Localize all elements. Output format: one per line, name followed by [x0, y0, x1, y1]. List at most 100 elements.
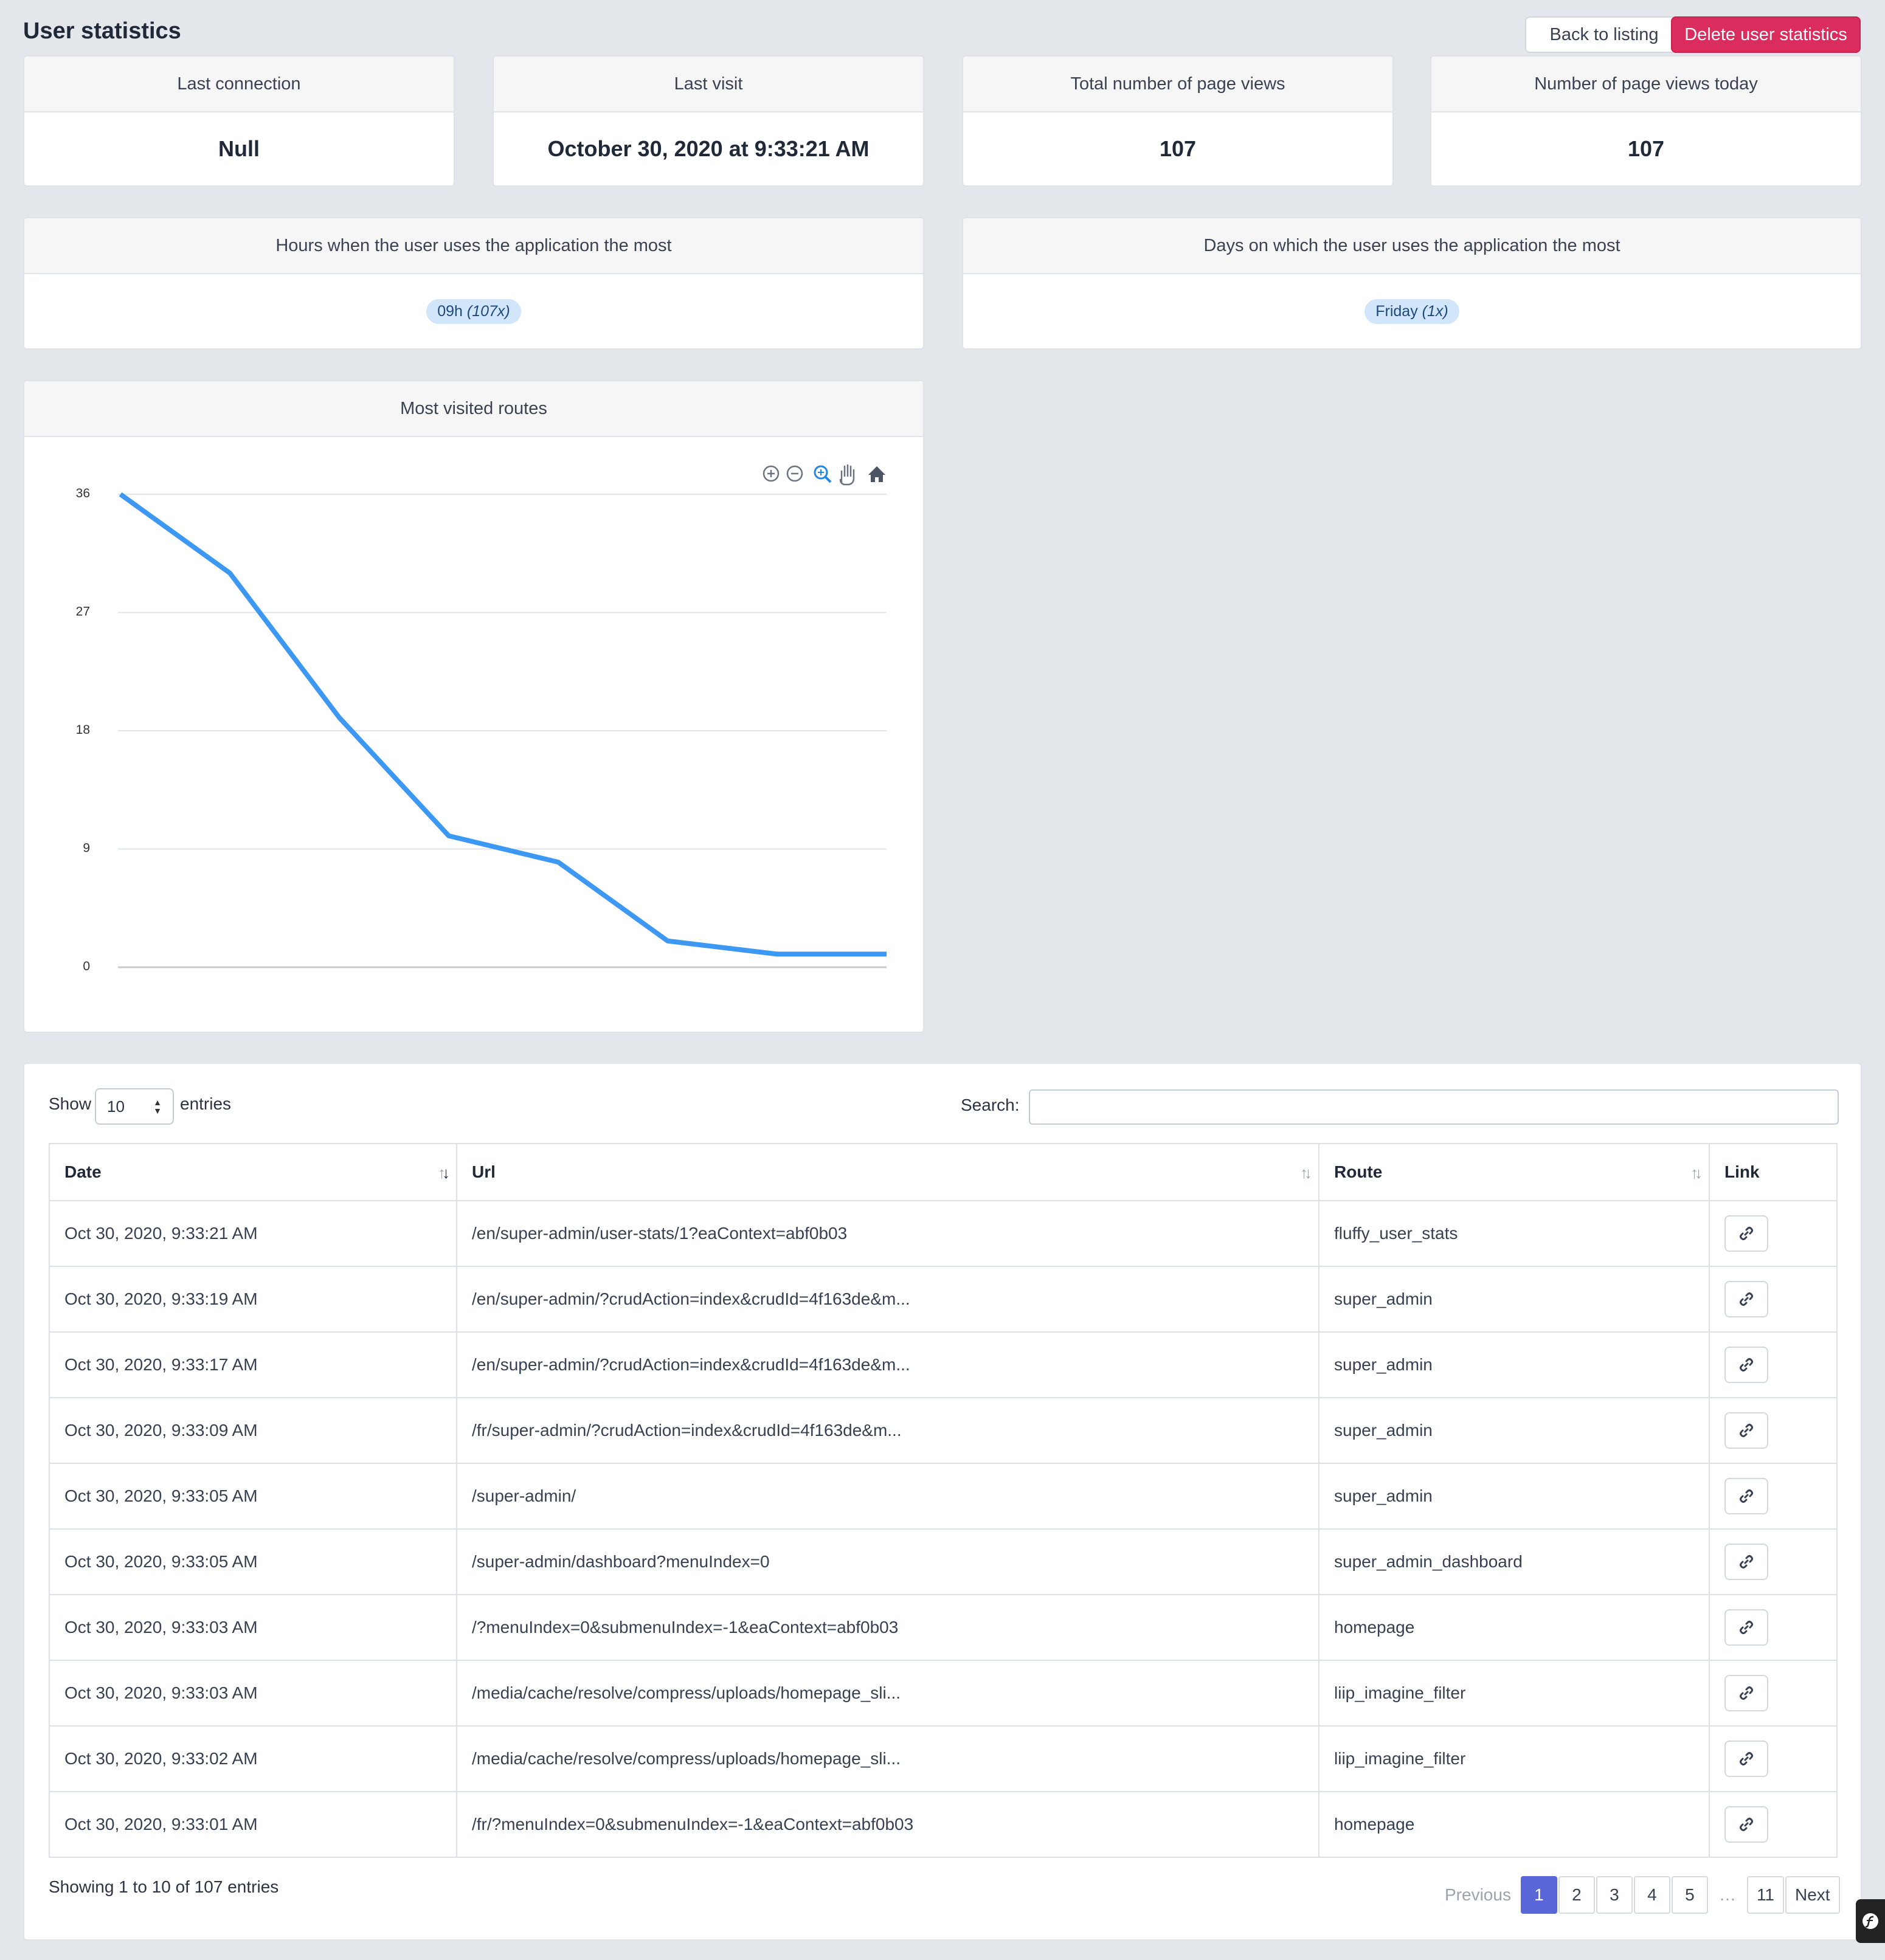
open-link-button[interactable] [1724, 1741, 1768, 1777]
link-icon [1740, 1358, 1753, 1372]
pagination-page-5[interactable]: 5 [1671, 1876, 1708, 1914]
stat-label: Last connection [24, 57, 454, 112]
chart-title: Most visited routes [24, 381, 923, 437]
column-header-url[interactable]: Url ↑↓ [456, 1143, 1320, 1201]
pagination-previous[interactable]: Previous [1436, 1876, 1520, 1914]
zoom-in-icon[interactable] [763, 465, 780, 482]
sort-desc-icon: ↑↓ [438, 1164, 450, 1182]
stat-value: Null [218, 136, 260, 161]
column-header-date[interactable]: Date ↑↓ [49, 1143, 457, 1201]
cell-link [1709, 1594, 1838, 1661]
pagination-page-last[interactable]: 11 [1746, 1876, 1785, 1914]
cell-route: super_admin [1318, 1331, 1710, 1398]
column-header-route[interactable]: Route ↑↓ [1318, 1143, 1710, 1201]
open-link-button[interactable] [1724, 1609, 1768, 1646]
cell-route: fluffy_user_stats [1318, 1200, 1710, 1267]
pagination-ellipsis: … [1718, 1885, 1736, 1904]
stat-card-last-connection: Last connection Null [23, 55, 455, 187]
cell-date: Oct 30, 2020, 9:33:19 AM [49, 1266, 457, 1333]
open-link-button[interactable] [1724, 1412, 1768, 1449]
delete-user-statistics-button[interactable]: Delete user statistics [1671, 16, 1861, 53]
y-tick-label: 9 [83, 841, 90, 855]
table-row: Oct 30, 2020, 9:33:05 AM/super-admin/sup… [49, 1463, 1838, 1530]
stat-card-total-page-views: Total number of page views 107 [962, 55, 1394, 187]
pagination-page-1[interactable]: 1 [1520, 1876, 1557, 1914]
cell-date: Oct 30, 2020, 9:33:02 AM [49, 1725, 457, 1792]
pagination-page-3[interactable]: 3 [1596, 1876, 1633, 1914]
link-icon [1740, 1227, 1753, 1240]
stat-value: 107 [1159, 136, 1197, 161]
pagination-page-4[interactable]: 4 [1633, 1876, 1670, 1914]
zoom-out-icon[interactable] [786, 465, 803, 482]
search-label: Search: [961, 1096, 1020, 1114]
series-line [119, 492, 887, 957]
cell-url: /fr/super-admin/?crudAction=index&crudId… [456, 1397, 1320, 1464]
cell-url: /en/super-admin/?crudAction=index&crudId… [456, 1331, 1320, 1398]
table-row: Oct 30, 2020, 9:33:03 AM/media/cache/res… [49, 1660, 1838, 1727]
y-tick-label: 27 [76, 605, 90, 619]
line-chart: 0 9 18 27 36 [76, 464, 887, 973]
pagination: Previous 1 2 3 4 5 … 11 Next [1435, 1876, 1840, 1914]
column-label: Route [1334, 1162, 1383, 1181]
home-icon[interactable] [868, 466, 885, 482]
stat-label: Last visit [494, 57, 923, 112]
symfony-toolbar-toggle[interactable] [1856, 1899, 1885, 1943]
days-badge: Friday (1x) [1364, 298, 1459, 324]
page-title: User statistics [23, 18, 181, 44]
stat-card-page-views-today: Number of page views today 107 [1430, 55, 1862, 187]
sort-icon: ↑↓ [1690, 1164, 1703, 1182]
open-link-button[interactable] [1724, 1478, 1768, 1514]
cell-link [1709, 1331, 1838, 1398]
pagination-page-2[interactable]: 2 [1558, 1876, 1595, 1914]
search-input[interactable] [1029, 1089, 1839, 1125]
cell-link [1709, 1463, 1838, 1530]
hours-badge-count: (107x) [466, 302, 510, 320]
cell-link [1709, 1791, 1838, 1858]
sort-icon: ↑↓ [1300, 1164, 1312, 1182]
cell-link [1709, 1725, 1838, 1792]
select-arrows-icon: ▲ ▼ [153, 1097, 162, 1116]
cell-route: liip_imagine_filter [1318, 1725, 1710, 1792]
hours-badge: 09h (107x) [426, 298, 521, 324]
show-label: Show [49, 1094, 92, 1113]
column-label: Link [1724, 1162, 1760, 1181]
y-tick-label: 36 [76, 486, 90, 500]
cell-link [1709, 1266, 1838, 1333]
table-row: Oct 30, 2020, 9:33:19 AM/en/super-admin/… [49, 1266, 1838, 1333]
open-link-button[interactable] [1724, 1281, 1768, 1317]
cell-link [1709, 1397, 1838, 1464]
cell-date: Oct 30, 2020, 9:33:03 AM [49, 1594, 457, 1661]
back-to-listing-button[interactable]: Back to listing [1525, 16, 1683, 53]
cell-url: /fr/?menuIndex=0&submenuIndex=-1&eaConte… [456, 1791, 1320, 1858]
table-row: Oct 30, 2020, 9:33:02 AM/media/cache/res… [49, 1725, 1838, 1792]
cell-date: Oct 30, 2020, 9:33:05 AM [49, 1463, 457, 1530]
cell-url: /?menuIndex=0&submenuIndex=-1&eaContext=… [456, 1594, 1320, 1661]
link-icon [1740, 1489, 1753, 1503]
stat-label: Number of page views today [1431, 57, 1861, 112]
stat-value: 107 [1627, 136, 1665, 161]
cell-link [1709, 1528, 1838, 1595]
open-link-button[interactable] [1724, 1215, 1768, 1252]
days-card-title: Days on which the user uses the applicat… [963, 218, 1861, 274]
cell-url: /media/cache/resolve/compress/uploads/ho… [456, 1660, 1320, 1727]
magnifier-icon[interactable] [814, 465, 832, 483]
cell-route: super_admin [1318, 1463, 1710, 1530]
open-link-button[interactable] [1724, 1675, 1768, 1711]
cell-date: Oct 30, 2020, 9:33:01 AM [49, 1791, 457, 1858]
link-icon [1740, 1621, 1753, 1634]
entries-label: entries [180, 1094, 232, 1113]
pagination-next[interactable]: Next [1785, 1876, 1840, 1914]
cell-date: Oct 30, 2020, 9:33:05 AM [49, 1528, 457, 1595]
cell-url: /en/super-admin/user-stats/1?eaContext=a… [456, 1200, 1320, 1267]
cell-url: /super-admin/ [456, 1463, 1320, 1530]
open-link-button[interactable] [1724, 1806, 1768, 1843]
entries-select-value: 10 [107, 1097, 125, 1116]
entries-per-page-select[interactable]: 10 ▲ ▼ [95, 1088, 174, 1125]
pan-hand-icon[interactable] [839, 464, 855, 486]
open-link-button[interactable] [1724, 1347, 1768, 1383]
chart-toolbar [763, 464, 885, 486]
table-row: Oct 30, 2020, 9:33:09 AM/fr/super-admin/… [49, 1397, 1838, 1464]
link-icon [1740, 1752, 1753, 1765]
open-link-button[interactable] [1724, 1544, 1768, 1580]
link-icon [1740, 1686, 1753, 1700]
